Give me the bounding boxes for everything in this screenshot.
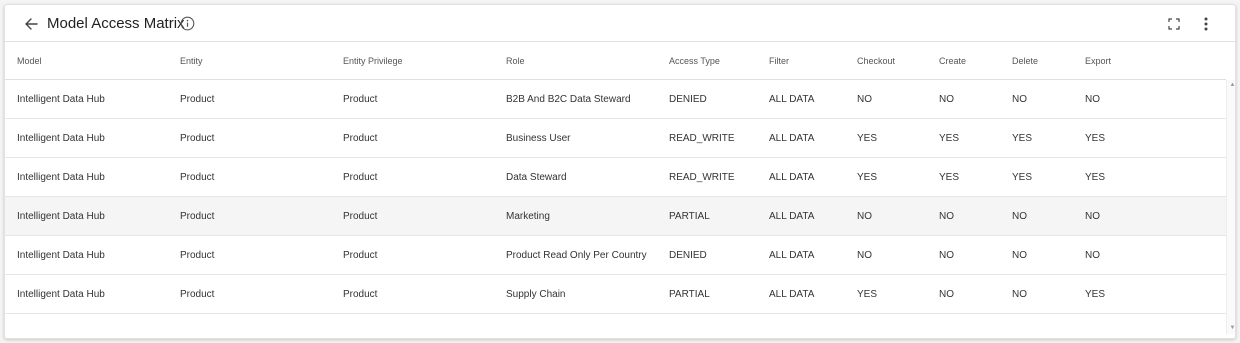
cell-checkout: YES: [857, 133, 878, 144]
cell-entity-privilege: Product: [343, 94, 378, 105]
cell-access-type: PARTIAL: [669, 289, 710, 300]
cell-export: YES: [1085, 133, 1106, 144]
cell-entity-privilege: Product: [343, 211, 378, 222]
access-matrix-card: Model Access Matrix Model Entity Entity …: [4, 4, 1236, 339]
table-row[interactable]: Intelligent Data Hub Product Product B2B…: [5, 80, 1226, 119]
cell-delete: NO: [1012, 94, 1027, 105]
column-header-export[interactable]: Export: [1085, 42, 1155, 80]
cell-entity: Product: [180, 172, 215, 183]
access-matrix-table: Model Entity Entity Privilege Role Acces…: [5, 42, 1235, 338]
cell-entity: Product: [180, 211, 215, 222]
cell-delete: YES: [1012, 133, 1033, 144]
cell-entity: Product: [180, 94, 215, 105]
column-header-entity-privilege[interactable]: Entity Privilege: [343, 42, 503, 80]
column-header-access-type[interactable]: Access Type: [669, 42, 765, 80]
cell-create: YES: [939, 172, 960, 183]
cell-create: NO: [939, 211, 954, 222]
cell-export: NO: [1085, 250, 1100, 261]
cell-model: Intelligent Data Hub: [17, 289, 105, 300]
column-header-create[interactable]: Create: [939, 42, 1009, 80]
column-header-checkout[interactable]: Checkout: [857, 42, 935, 80]
table-row[interactable]: Intelligent Data Hub Product Product Pro…: [5, 236, 1226, 275]
cell-role: Data Steward: [506, 172, 567, 183]
column-header-model[interactable]: Model: [17, 42, 177, 80]
cell-entity-privilege: Product: [343, 133, 378, 144]
cell-checkout: YES: [857, 289, 878, 300]
cell-delete: NO: [1012, 211, 1027, 222]
cell-model: Intelligent Data Hub: [17, 211, 105, 222]
cell-model: Intelligent Data Hub: [17, 94, 105, 105]
more-options-button[interactable]: [1197, 15, 1215, 33]
table-row[interactable]: Intelligent Data Hub Product Product Mar…: [5, 197, 1226, 236]
cell-entity: Product: [180, 250, 215, 261]
table-body: Intelligent Data Hub Product Product B2B…: [5, 80, 1226, 338]
cell-model: Intelligent Data Hub: [17, 250, 105, 261]
page-title: Model Access Matrix: [47, 15, 185, 32]
cell-access-type: PARTIAL: [669, 211, 710, 222]
cell-create: NO: [939, 250, 954, 261]
table-row[interactable]: Intelligent Data Hub Product Product Bus…: [5, 119, 1226, 158]
cell-create: YES: [939, 133, 960, 144]
cell-checkout: NO: [857, 211, 872, 222]
column-header-role[interactable]: Role: [506, 42, 666, 80]
cell-entity-privilege: Product: [343, 250, 378, 261]
cell-filter: ALL DATA: [769, 133, 815, 144]
back-button[interactable]: [21, 14, 41, 34]
column-header-filter[interactable]: Filter: [769, 42, 853, 80]
cell-filter: ALL DATA: [769, 289, 815, 300]
cell-model: Intelligent Data Hub: [17, 172, 105, 183]
cell-role: Product Read Only Per Country: [506, 250, 647, 261]
cell-filter: ALL DATA: [769, 94, 815, 105]
cell-create: NO: [939, 289, 954, 300]
cell-entity-privilege: Product: [343, 289, 378, 300]
cell-export: YES: [1085, 172, 1106, 183]
cell-entity: Product: [180, 289, 215, 300]
cell-delete: NO: [1012, 289, 1027, 300]
cell-checkout: NO: [857, 94, 872, 105]
cell-create: NO: [939, 94, 954, 105]
cell-filter: ALL DATA: [769, 172, 815, 183]
fullscreen-button[interactable]: [1165, 15, 1183, 33]
cell-export: NO: [1085, 211, 1100, 222]
cell-access-type: DENIED: [669, 94, 707, 105]
cell-filter: ALL DATA: [769, 211, 815, 222]
vertical-scrollbar[interactable]: ▲ ▼: [1226, 80, 1235, 334]
cell-entity: Product: [180, 133, 215, 144]
cell-delete: YES: [1012, 172, 1033, 183]
card-header: Model Access Matrix: [5, 5, 1235, 42]
table-row[interactable]: Intelligent Data Hub Product Product Dat…: [5, 158, 1226, 197]
table-row[interactable]: Intelligent Data Hub Product Product Sup…: [5, 275, 1226, 314]
cell-delete: NO: [1012, 250, 1027, 261]
table-header-row: Model Entity Entity Privilege Role Acces…: [5, 42, 1226, 80]
scroll-up-arrow-icon[interactable]: ▲: [1229, 82, 1235, 89]
cell-role: Marketing: [506, 211, 550, 222]
cell-role: B2B And B2C Data Steward: [506, 94, 631, 105]
cell-role: Business User: [506, 133, 571, 144]
arrow-left-icon: [25, 18, 38, 30]
column-header-delete[interactable]: Delete: [1012, 42, 1082, 80]
cell-access-type: READ_WRITE: [669, 172, 735, 183]
cell-model: Intelligent Data Hub: [17, 133, 105, 144]
cell-access-type: DENIED: [669, 250, 707, 261]
scroll-down-arrow-icon[interactable]: ▼: [1229, 325, 1235, 332]
cell-export: NO: [1085, 94, 1100, 105]
cell-role: Supply Chain: [506, 289, 566, 300]
cell-entity-privilege: Product: [343, 172, 378, 183]
info-icon[interactable]: [180, 16, 195, 31]
cell-access-type: READ_WRITE: [669, 133, 735, 144]
more-vert-icon: [1204, 17, 1208, 31]
fullscreen-icon: [1168, 18, 1180, 30]
cell-export: YES: [1085, 289, 1106, 300]
column-header-entity[interactable]: Entity: [180, 42, 340, 80]
cell-checkout: YES: [857, 172, 878, 183]
cell-checkout: NO: [857, 250, 872, 261]
cell-filter: ALL DATA: [769, 250, 815, 261]
